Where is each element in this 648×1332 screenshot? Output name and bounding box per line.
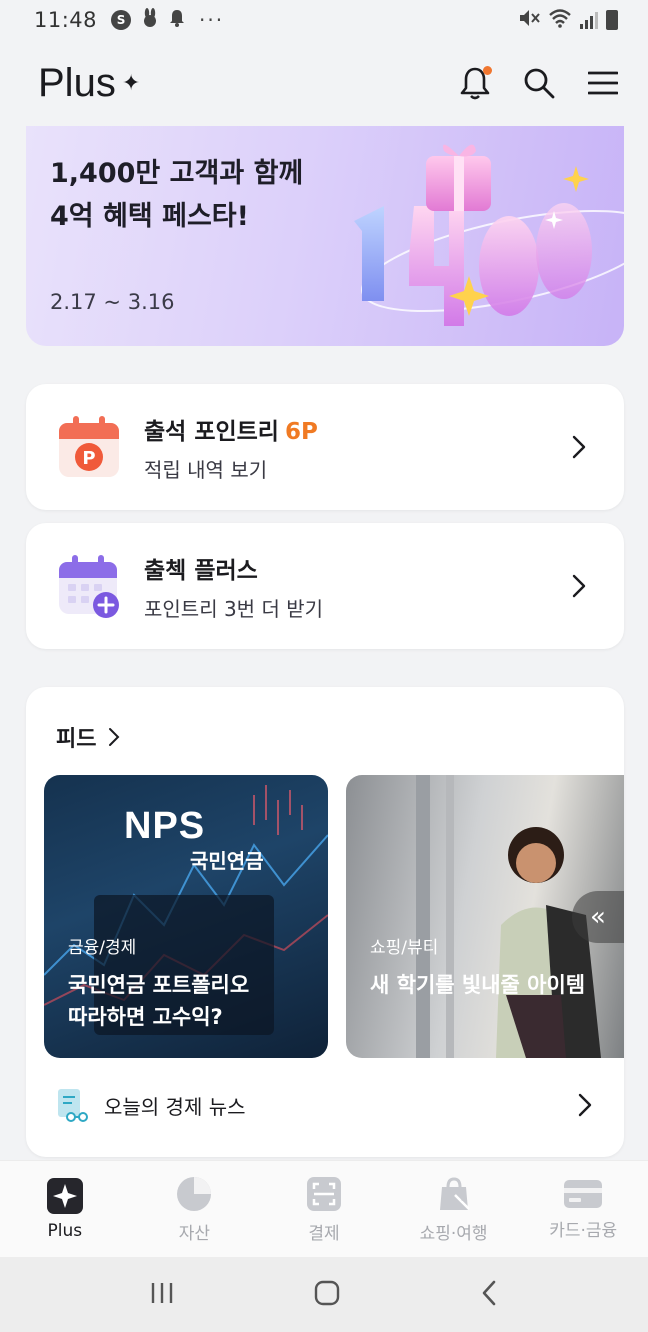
nav-tab-plus[interactable]: Plus — [0, 1161, 130, 1257]
news-glasses-icon — [58, 1089, 88, 1122]
nps-logo: NPS — [124, 805, 206, 847]
home-button[interactable] — [313, 1279, 341, 1311]
logo-text: Plus — [38, 60, 116, 105]
points-value: 6P — [284, 418, 318, 445]
banner-title: 1,400만 고객과 함께 4억 혜택 페스타! — [50, 158, 304, 232]
chevron-right-icon — [109, 728, 120, 746]
plus-sparkle-icon — [46, 1178, 83, 1214]
nav-tab-card-finance[interactable]: 카드·금융 — [518, 1161, 648, 1257]
recent-apps-button[interactable] — [149, 1280, 175, 1310]
notification-dot — [483, 66, 492, 75]
app-logo[interactable]: Plus ✦ — [38, 61, 140, 106]
calendar-plus-icon — [56, 553, 122, 619]
feed-card-title: 국민연금 포트폴리오 따라하면 고수익? — [68, 973, 250, 1029]
feed-header[interactable]: 피드 — [56, 721, 120, 753]
feed-card-category: 금융/경제 — [68, 938, 137, 958]
nav-tab-assets[interactable]: 자산 — [130, 1161, 260, 1257]
feed-carousel[interactable]: NPS 국민연금 금융/경제 국민연금 포트폴리오 따라하면 고수익? 쇼핑/뷰… — [44, 775, 624, 1058]
economy-news-label: 오늘의 경제 뉴스 — [104, 1094, 246, 1119]
nav-tab-shopping-travel[interactable]: 쇼핑·여행 — [389, 1161, 519, 1257]
pie-chart-icon — [177, 1176, 212, 1211]
signal-icon — [580, 11, 598, 29]
notification-bell-icon — [169, 9, 185, 32]
nav-label: 쇼핑·여행 — [419, 1223, 488, 1244]
search-button[interactable] — [522, 66, 556, 100]
logo-sparkle-icon: ✦ — [121, 70, 141, 95]
search-icon — [524, 68, 555, 99]
nps-logo-subtitle: 국민연금 — [190, 849, 264, 873]
promo-banner[interactable]: 1,400만 고객과 함께 4억 혜택 페스타! 2.17 ~ 3.16 — [26, 126, 624, 346]
home-icon — [314, 1280, 340, 1305]
chevron-right-icon — [578, 1093, 592, 1117]
scan-frame-icon — [306, 1176, 341, 1211]
back-button[interactable] — [479, 1279, 499, 1311]
rabbit-icon — [141, 7, 159, 33]
more-notifications-icon: ··· — [199, 8, 225, 32]
feed-section: 피드 NPS 국민연금 금융/경제 국민연금 포트폴리오 따라하면 고수익? 쇼… — [26, 687, 624, 1157]
checkin-plus-title: 출첵 플러스 — [144, 557, 258, 584]
checkin-plus-subtitle: 포인트리 3번 더 받기 — [144, 596, 323, 621]
nav-label: 자산 — [178, 1223, 211, 1244]
chevron-right-icon — [572, 435, 586, 459]
points-calendar-icon: P — [56, 414, 122, 480]
double-chevron-left-icon: « — [590, 902, 606, 932]
feed-card-category: 쇼핑/뷰티 — [370, 938, 439, 958]
nav-label: 카드·금융 — [549, 1220, 618, 1241]
attendance-title: 출석 포인트리 6P — [144, 418, 318, 445]
credit-card-icon — [564, 1179, 603, 1208]
economy-news-row[interactable]: 오늘의 경제 뉴스 — [54, 1087, 594, 1123]
feed-card-title: 새 학기를 빛내줄 아이템 — [370, 973, 586, 997]
svg-text:P: P — [82, 448, 95, 469]
bottom-navigation: Plus 자산 결제 쇼핑·여행 카드·금융 — [0, 1160, 648, 1257]
status-time: 11:48 — [34, 8, 98, 32]
feed-card-nps[interactable]: NPS 국민연금 금융/경제 국민연금 포트폴리오 따라하면 고수익? — [44, 775, 328, 1058]
banner-dates: 2.17 ~ 3.16 — [50, 290, 175, 314]
status-bar: 11:48 S ··· — [0, 0, 648, 40]
battery-icon — [606, 10, 618, 30]
chevron-right-icon — [572, 574, 586, 598]
checkin-plus-card[interactable]: 출첵 플러스 포인트리 3번 더 받기 — [26, 523, 624, 649]
menu-button[interactable] — [586, 66, 620, 100]
nav-label: Plus — [47, 1221, 83, 1241]
recent-apps-icon — [151, 1282, 173, 1303]
attendance-points-card[interactable]: P 출석 포인트리 6P 적립 내역 보기 — [26, 384, 624, 510]
carousel-scroll-button[interactable]: « — [572, 891, 624, 943]
wifi-icon — [548, 8, 572, 32]
mute-icon — [518, 8, 540, 32]
nav-label: 결제 — [308, 1223, 340, 1244]
nav-tab-payment[interactable]: 결제 — [259, 1161, 389, 1257]
system-navigation-bar — [0, 1257, 648, 1332]
shopping-bag-icon — [439, 1176, 470, 1210]
attendance-subtitle: 적립 내역 보기 — [144, 457, 268, 482]
banner-1400-illustration — [354, 144, 624, 326]
hamburger-menu-icon — [588, 71, 618, 95]
back-arrow-icon — [482, 1280, 496, 1305]
app-header: Plus ✦ — [0, 40, 648, 126]
feed-heading: 피드 — [56, 727, 97, 752]
samsung-pay-icon: S — [111, 10, 132, 30]
notifications-button[interactable] — [458, 66, 492, 100]
